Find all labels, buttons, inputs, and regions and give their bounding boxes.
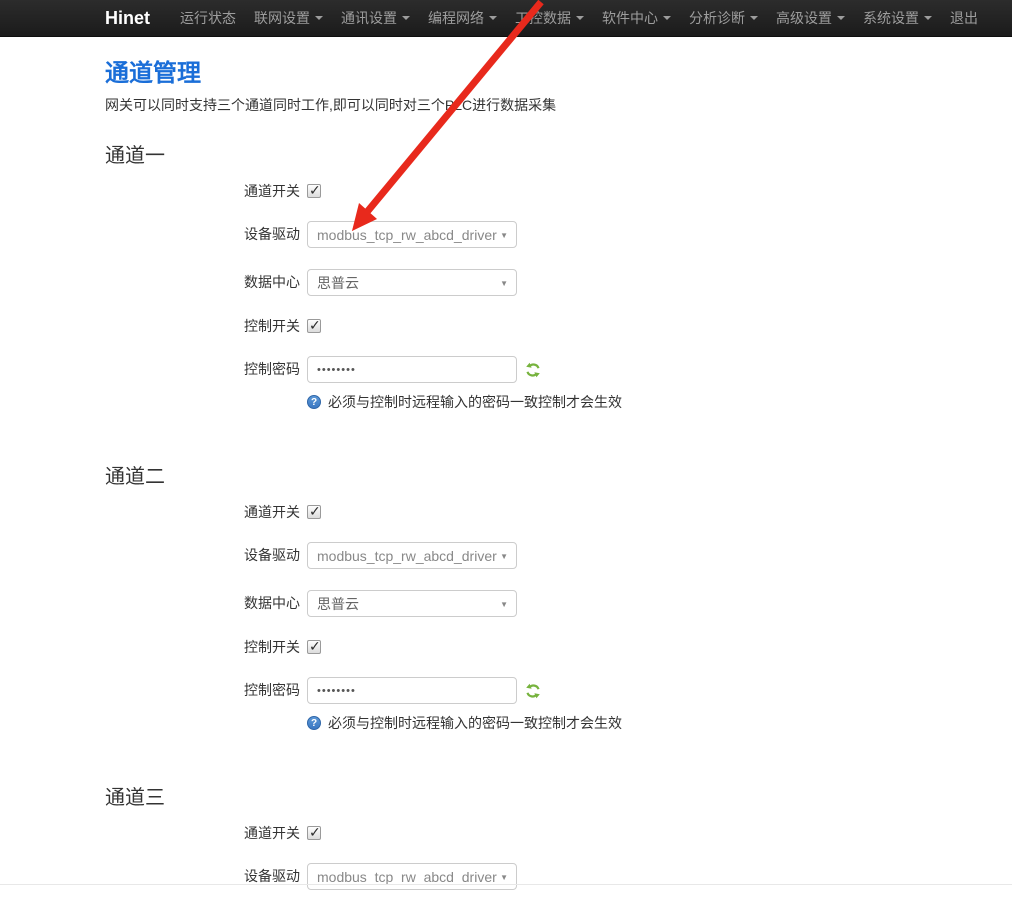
channel-1-control-switch-checkbox[interactable]	[307, 319, 321, 333]
nav-item-network-settings[interactable]: 联网设置	[245, 0, 332, 36]
channel-1-control-password-input[interactable]: ••••••••	[307, 356, 517, 383]
chevron-down-icon	[663, 16, 671, 20]
channel-2-switch-checkbox[interactable]	[307, 505, 321, 519]
top-navbar: Hinet 运行状态 联网设置 通讯设置 编程网络 工控数据 软件中心 分析诊断…	[0, 0, 1012, 37]
channel-2-datacenter-row: 数据中心 思普云	[105, 590, 987, 617]
nav-item-software-center[interactable]: 软件中心	[593, 0, 680, 36]
chevron-down-icon	[924, 16, 932, 20]
channel-3-section: 通道三 通道开关 设备驱动 modbus_tcp_rw_abcd_driver	[105, 787, 987, 890]
channel-1-device-driver-select[interactable]: modbus_tcp_rw_abcd_driver	[307, 221, 517, 248]
channel-1-switch-row: 通道开关	[105, 182, 987, 200]
channel-2-title: 通道二	[105, 466, 987, 489]
device-driver-label: 设备驱动	[105, 221, 300, 248]
refresh-icon[interactable]	[525, 362, 541, 378]
chevron-down-icon	[750, 16, 758, 20]
password-help: ? 必须与控制时远程输入的密码一致控制才会生效	[307, 392, 622, 412]
channel-2-switch-row: 通道开关	[105, 503, 987, 521]
help-question-icon: ?	[307, 395, 321, 409]
password-help: ? 必须与控制时远程输入的密码一致控制才会生效	[307, 713, 622, 733]
help-question-icon: ?	[307, 716, 321, 730]
channel-1-section: 通道一 通道开关 设备驱动 modbus_tcp_rw_abcd_driver …	[105, 145, 987, 412]
chevron-down-icon	[489, 16, 497, 20]
channel-2-data-center-select[interactable]: 思普云	[307, 590, 517, 617]
channel-3-title: 通道三	[105, 787, 987, 810]
data-center-label: 数据中心	[105, 590, 300, 617]
channel-1-datacenter-row: 数据中心 思普云	[105, 269, 987, 296]
channel-switch-label: 通道开关	[105, 824, 300, 842]
channel-3-switch-checkbox[interactable]	[307, 826, 321, 840]
nav-item-logout[interactable]: 退出	[941, 0, 987, 36]
nav-item-programming-network[interactable]: 编程网络	[419, 0, 506, 36]
password-help-text: 必须与控制时远程输入的密码一致控制才会生效	[328, 713, 622, 733]
nav-item-analysis-diagnosis[interactable]: 分析诊断	[680, 0, 767, 36]
channel-1-driver-row: 设备驱动 modbus_tcp_rw_abcd_driver	[105, 221, 987, 248]
channel-2-device-driver-select[interactable]: modbus_tcp_rw_abcd_driver	[307, 542, 517, 569]
control-switch-label: 控制开关	[105, 638, 300, 656]
refresh-icon[interactable]	[525, 683, 541, 699]
bottom-divider	[0, 884, 1012, 885]
chevron-down-icon	[315, 16, 323, 20]
channel-1-data-center-select[interactable]: 思普云	[307, 269, 517, 296]
device-driver-label: 设备驱动	[105, 542, 300, 569]
channel-2-driver-row: 设备驱动 modbus_tcp_rw_abcd_driver	[105, 542, 987, 569]
chevron-down-icon	[837, 16, 845, 20]
channel-1-title: 通道一	[105, 145, 987, 168]
password-help-text: 必须与控制时远程输入的密码一致控制才会生效	[328, 392, 622, 412]
chevron-down-icon	[576, 16, 584, 20]
channel-3-driver-row: 设备驱动 modbus_tcp_rw_abcd_driver	[105, 863, 987, 890]
channel-2-section: 通道二 通道开关 设备驱动 modbus_tcp_rw_abcd_driver …	[105, 466, 987, 733]
page-subtitle: 网关可以同时支持三个通道同时工作,即可以同时对三个PLC进行数据采集	[105, 95, 987, 115]
control-password-label: 控制密码	[105, 356, 300, 383]
channel-3-device-driver-select[interactable]: modbus_tcp_rw_abcd_driver	[307, 863, 517, 890]
nav-item-system-settings[interactable]: 系统设置	[854, 0, 941, 36]
main-content: 通道管理 网关可以同时支持三个通道同时工作,即可以同时对三个PLC进行数据采集 …	[0, 62, 1012, 890]
channel-3-switch-row: 通道开关	[105, 824, 987, 842]
channel-2-control-password-input[interactable]: ••••••••	[307, 677, 517, 704]
data-center-label: 数据中心	[105, 269, 300, 296]
nav-item-advanced-settings[interactable]: 高级设置	[767, 0, 854, 36]
channel-1-control-switch-row: 控制开关	[105, 317, 987, 335]
channel-1-switch-checkbox[interactable]	[307, 184, 321, 198]
device-driver-label: 设备驱动	[105, 863, 300, 890]
nav-item-industrial-data[interactable]: 工控数据	[506, 0, 593, 36]
brand-logo[interactable]: Hinet	[105, 0, 150, 36]
channel-1-password-row: 控制密码 •••••••• ? 必须与控制时远程输入的密码一致控制才会生效	[105, 356, 987, 412]
channel-2-control-switch-checkbox[interactable]	[307, 640, 321, 654]
channel-switch-label: 通道开关	[105, 503, 300, 521]
control-password-label: 控制密码	[105, 677, 300, 704]
nav-item-run-status[interactable]: 运行状态	[171, 0, 245, 36]
nav-item-comm-settings[interactable]: 通讯设置	[332, 0, 419, 36]
chevron-down-icon	[402, 16, 410, 20]
control-switch-label: 控制开关	[105, 317, 300, 335]
page-title: 通道管理	[105, 62, 987, 86]
channel-2-control-switch-row: 控制开关	[105, 638, 987, 656]
channel-switch-label: 通道开关	[105, 182, 300, 200]
channel-2-password-row: 控制密码 •••••••• ? 必须与控制时远程输入的密码一致控制才会生效	[105, 677, 987, 733]
